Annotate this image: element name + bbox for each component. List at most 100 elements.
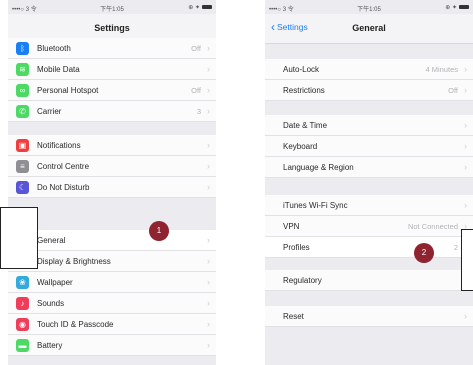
antenna-icon: ≋ xyxy=(16,63,29,76)
status-time: 下午1:05 xyxy=(100,7,124,13)
battery-icon: ▬ xyxy=(16,339,29,352)
hotspot-icon: ∞ xyxy=(16,84,29,97)
callout-box-left xyxy=(0,207,38,269)
chevron-right-icon: › xyxy=(207,161,210,171)
settings-screen: ••••○ 3 令 下午1:05 ⊕ ✦ Settings ᛒ Bluetooth… xyxy=(8,0,216,365)
row-label: Display & Brightness xyxy=(37,257,111,266)
sounds-icon: ♪ xyxy=(16,297,29,310)
step-badge-2: 2 xyxy=(414,243,434,263)
page-title: Settings xyxy=(94,23,130,33)
row-label: Wallpaper xyxy=(37,278,73,287)
settings-row-sounds[interactable]: ♪ Sounds › xyxy=(8,293,216,314)
chevron-right-icon: › xyxy=(207,340,210,350)
step-badge-1: 1 xyxy=(149,221,169,241)
general-row-auto-lock[interactable]: Auto-Lock 4 Minutes › xyxy=(265,59,473,80)
row-label: Do Not Disturb xyxy=(37,183,90,192)
row-label: Language & Region xyxy=(283,163,354,172)
row-label: Touch ID & Passcode xyxy=(37,320,114,329)
chevron-right-icon: › xyxy=(464,120,467,130)
row-value: 4 Minutes xyxy=(425,65,458,74)
row-label: General xyxy=(37,236,66,245)
nav-bar: ‹ Settings General xyxy=(265,14,473,44)
chevron-right-icon: › xyxy=(207,140,210,150)
bluetooth-icon: ᛒ xyxy=(16,42,29,55)
row-value: Off xyxy=(448,86,458,95)
row-label: iTunes Wi-Fi Sync xyxy=(283,201,348,210)
settings-row-battery[interactable]: ▬ Battery › xyxy=(8,335,216,356)
row-label: Carrier xyxy=(37,107,62,116)
settings-row-touch-id-passcode[interactable]: ◉ Touch ID & Passcode › xyxy=(8,314,216,335)
chevron-right-icon: › xyxy=(464,85,467,95)
general-row-date-time[interactable]: Date & Time › xyxy=(265,115,473,136)
row-label: Reset xyxy=(283,312,304,321)
page-title: General xyxy=(352,23,386,33)
chevron-right-icon: › xyxy=(207,256,210,266)
settings-row-control-centre[interactable]: ≡ Control Centre › xyxy=(8,156,216,177)
settings-row-bluetooth[interactable]: ᛒ Bluetooth Off › xyxy=(8,38,216,59)
chevron-right-icon: › xyxy=(464,64,467,74)
chevron-right-icon: › xyxy=(464,162,467,172)
status-bar: ••••○ 3 令 下午1:05 ⊕ ✦ xyxy=(265,0,473,14)
row-label: Personal Hotspot xyxy=(37,86,99,95)
moon-icon: ☾ xyxy=(16,181,29,194)
battery-icon xyxy=(202,5,212,10)
callout-box-right xyxy=(461,229,473,291)
chevron-right-icon: › xyxy=(207,85,210,95)
general-row-vpn[interactable]: VPN Not Connected › xyxy=(265,216,473,237)
battery-icon xyxy=(459,5,469,10)
row-label: Control Centre xyxy=(37,162,90,171)
row-label: Profiles xyxy=(283,243,310,252)
row-value: 3 xyxy=(196,107,201,116)
general-row-itunes-wi-fi-sync[interactable]: iTunes Wi-Fi Sync › xyxy=(265,195,473,216)
general-row-regulatory[interactable]: Regulatory› xyxy=(265,270,473,291)
control-centre-icon: ≡ xyxy=(16,160,29,173)
general-row-profiles[interactable]: Profiles2› xyxy=(265,237,473,258)
fingerprint-icon: ◉ xyxy=(16,318,29,331)
general-screen: ••••○ 3 令 下午1:05 ⊕ ✦ ‹ Settings General … xyxy=(265,0,473,365)
chevron-right-icon: › xyxy=(207,235,210,245)
row-label: Keyboard xyxy=(283,142,318,151)
chevron-right-icon: › xyxy=(207,277,210,287)
settings-row-wallpaper[interactable]: ❀ Wallpaper › xyxy=(8,272,216,293)
chevron-right-icon: › xyxy=(207,43,210,53)
settings-row-notifications[interactable]: ▣ Notifications › xyxy=(8,135,216,156)
row-label: VPN xyxy=(283,222,300,231)
chevron-right-icon: › xyxy=(464,141,467,151)
general-row-reset[interactable]: Reset › xyxy=(265,306,473,327)
row-label: Auto-Lock xyxy=(283,65,320,74)
general-row-language-region[interactable]: Language & Region › xyxy=(265,157,473,178)
general-row-restrictions[interactable]: Restrictions Off › xyxy=(265,80,473,101)
phone-icon: ✆ xyxy=(16,105,29,118)
row-label: Sounds xyxy=(37,299,65,308)
status-bar: ••••○ 3 令 下午1:05 ⊕ ✦ xyxy=(8,0,216,14)
settings-row-mobile-data[interactable]: ≋ Mobile Data › xyxy=(8,59,216,80)
row-value: 2 xyxy=(453,243,458,252)
wallpaper-icon: ❀ xyxy=(16,276,29,289)
chevron-right-icon: › xyxy=(207,106,210,116)
general-row-keyboard[interactable]: Keyboard › xyxy=(265,136,473,157)
chevron-right-icon: › xyxy=(207,182,210,192)
row-label: Regulatory xyxy=(283,276,322,285)
settings-row-display-brightness[interactable]: ADisplay & Brightness› xyxy=(8,251,216,272)
settings-row-general[interactable]: ⚙General› xyxy=(8,230,216,251)
settings-row-do-not-disturb[interactable]: ☾ Do Not Disturb › xyxy=(8,177,216,198)
chevron-right-icon: › xyxy=(207,64,210,74)
row-value: Off xyxy=(191,44,201,53)
settings-row-carrier[interactable]: ✆ Carrier 3 › xyxy=(8,101,216,122)
status-right: ⊕ ✦ xyxy=(188,4,212,11)
settings-row-personal-hotspot[interactable]: ∞ Personal Hotspot Off › xyxy=(8,80,216,101)
row-label: Mobile Data xyxy=(37,65,80,74)
row-label: Date & Time xyxy=(283,121,328,130)
chevron-right-icon: › xyxy=(207,319,210,329)
status-right: ⊕ ✦ xyxy=(445,4,469,11)
row-label: Restrictions xyxy=(283,86,325,95)
chevron-right-icon: › xyxy=(464,311,467,321)
row-value: Not Connected xyxy=(407,222,458,231)
row-label: Bluetooth xyxy=(37,44,71,53)
chevron-right-icon: › xyxy=(464,200,467,210)
chevron-right-icon: › xyxy=(207,298,210,308)
status-time: 下午1:05 xyxy=(357,7,381,13)
row-label: Notifications xyxy=(37,141,81,150)
row-value: Off xyxy=(191,86,201,95)
notifications-icon: ▣ xyxy=(16,139,29,152)
